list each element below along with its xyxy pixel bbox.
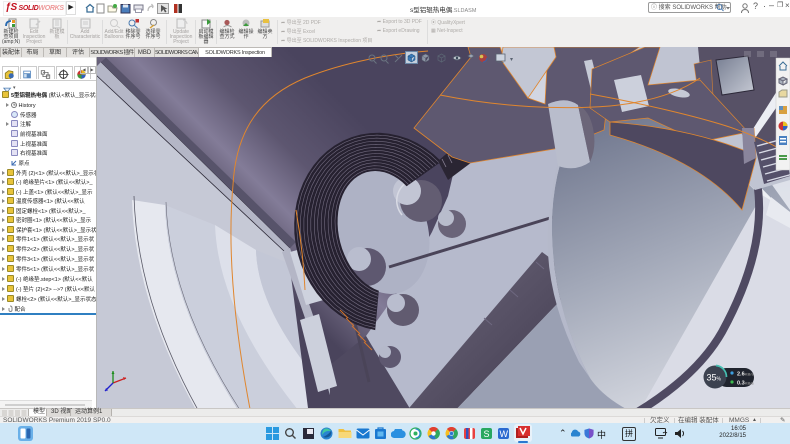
svg-text:W: W <box>500 429 509 439</box>
svg-text:S: S <box>484 429 490 439</box>
svg-text:▾: ▾ <box>510 57 513 63</box>
